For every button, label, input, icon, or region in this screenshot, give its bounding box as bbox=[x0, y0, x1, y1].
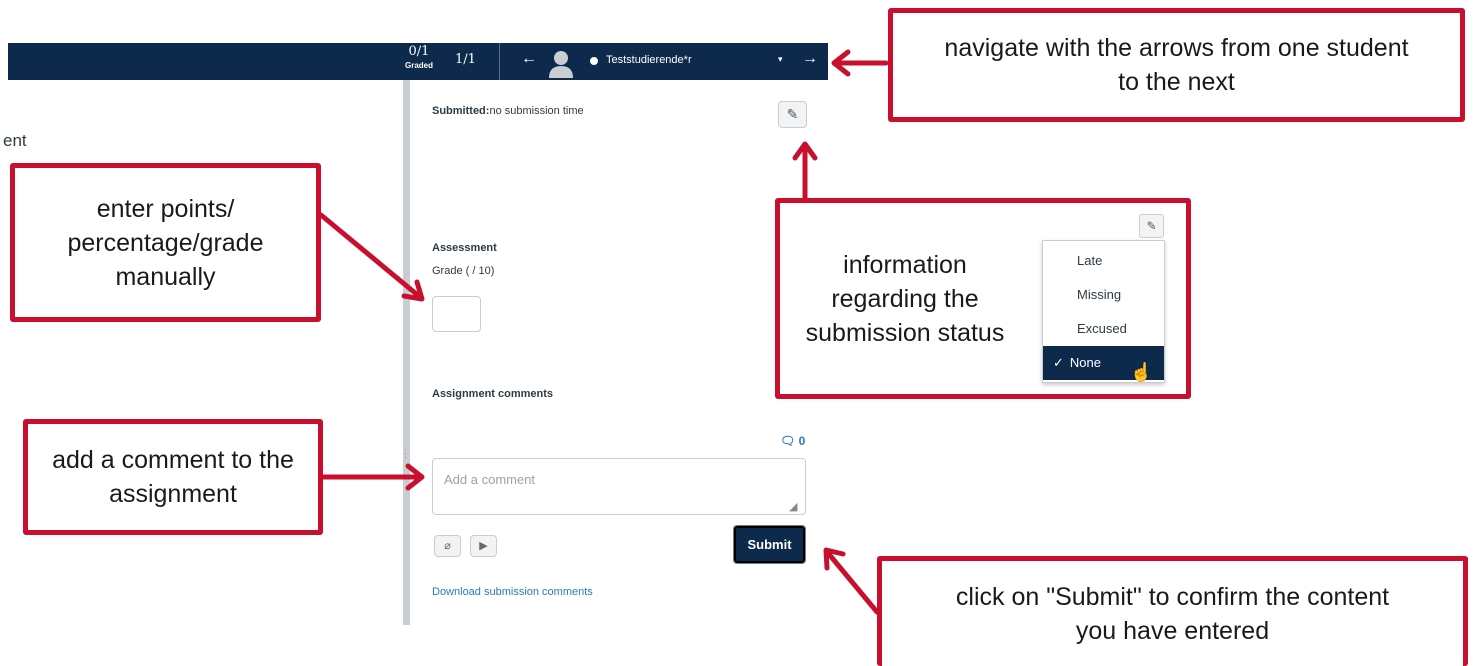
callout-arrows bbox=[318, 49, 889, 615]
arrow-points bbox=[318, 212, 423, 300]
arrow-submit bbox=[825, 550, 880, 615]
